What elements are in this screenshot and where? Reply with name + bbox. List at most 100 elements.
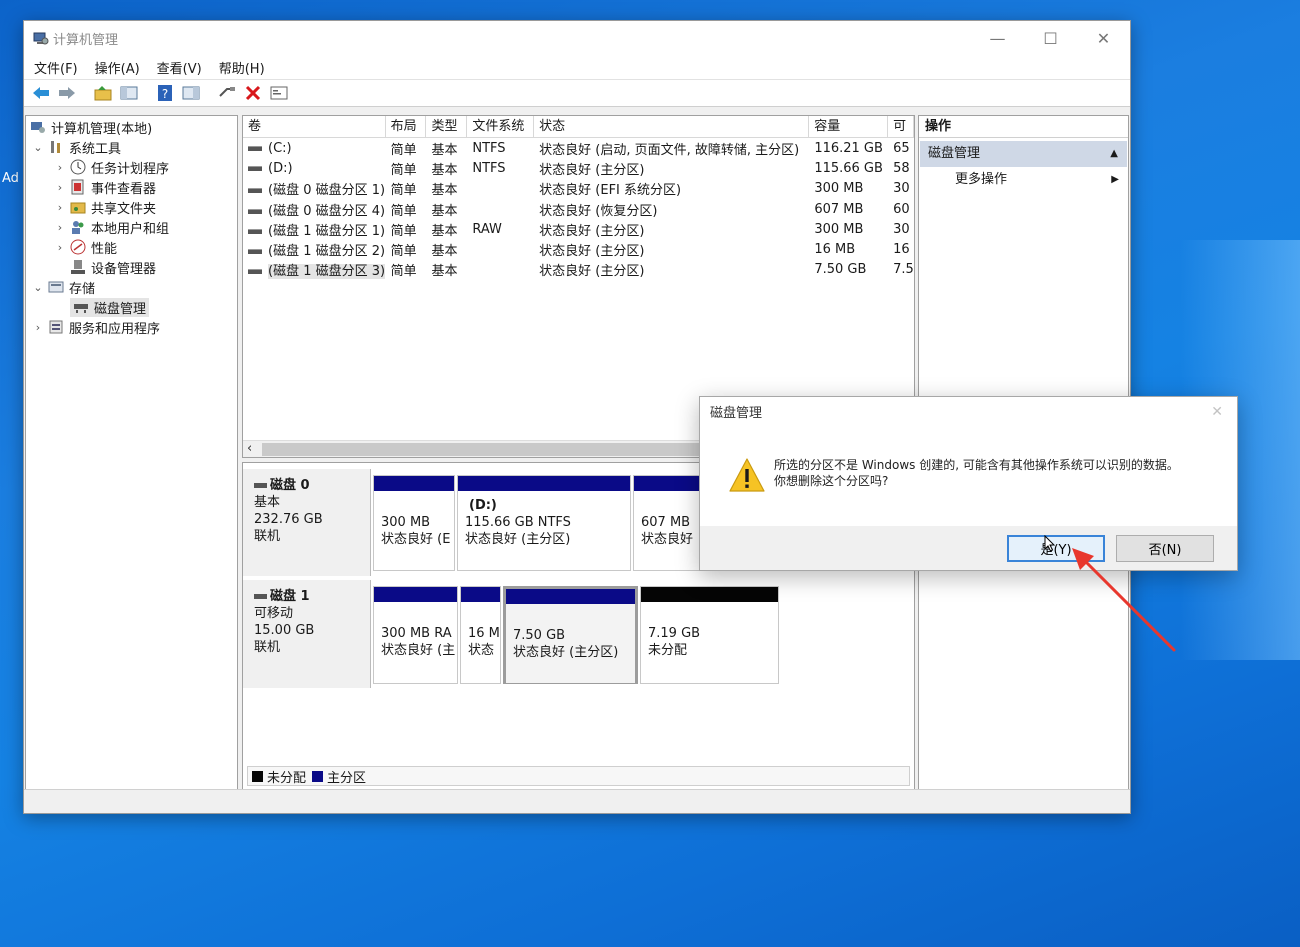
legend-unallocated: 未分配 — [267, 770, 307, 786]
column-header[interactable]: 容量 — [809, 116, 889, 137]
volume-row[interactable]: (磁盘 0 磁盘分区 1) 简单 基本 状态良好 (EFI 系统分区) 300 MB 30 — [243, 179, 914, 199]
volume-cell: NTFS — [472, 140, 506, 156]
chevron-down-icon[interactable]: ⌄ — [32, 141, 44, 154]
collapse-up-icon[interactable]: ▲ — [1110, 141, 1118, 167]
forward-arrow-icon[interactable] — [56, 82, 78, 104]
dialog-close-icon[interactable]: ✕ — [1211, 404, 1223, 420]
volume-row[interactable]: (磁盘 1 磁盘分区 1) 简单 基本 RAW 状态良好 (主分区) 300 MB 30 — [243, 219, 914, 239]
volume-row[interactable]: (D:) 简单 基本 NTFS 状态良好 (主分区) 115.66 GB 58 — [243, 158, 914, 178]
partition-body: 300 MB 状态良好 (E — [374, 491, 454, 570]
chevron-right-icon[interactable]: › — [54, 221, 66, 234]
maximize-button[interactable]: ☐ — [1024, 21, 1077, 55]
clock-icon — [70, 159, 86, 175]
tree-local-users[interactable]: › 本地用户和组 — [26, 217, 237, 237]
chevron-down-icon[interactable]: ⌄ — [32, 281, 44, 294]
disk-name: 磁盘 0 — [254, 477, 370, 494]
volume-row[interactable]: (C:) 简单 基本 NTFS 状态良好 (启动, 页面文件, 故障转储, 主分区) 11… — [243, 138, 914, 158]
drive-icon — [248, 249, 262, 255]
menu-help[interactable]: 帮助(H) — [219, 58, 265, 77]
tree-label: 事件查看器 — [91, 181, 157, 197]
volume-cell: 607 MB — [814, 201, 864, 217]
legend-primary: 主分区 — [327, 770, 367, 786]
volume-cell: 简单 — [390, 203, 417, 219]
minimize-button[interactable]: — — [971, 21, 1024, 55]
tree-services[interactable]: › 服务和应用程序 — [26, 317, 237, 337]
tree-performance[interactable]: › 性能 — [26, 237, 237, 257]
show-action-pane-icon[interactable] — [180, 82, 202, 104]
tree-event-viewer[interactable]: › 事件查看器 — [26, 177, 237, 197]
tools-icon — [51, 141, 60, 153]
chevron-right-icon[interactable]: › — [54, 181, 66, 194]
column-header[interactable]: 状态 — [534, 116, 810, 137]
properties-icon[interactable] — [268, 82, 290, 104]
performance-icon — [70, 239, 86, 255]
partition-line2: 状态 — [468, 643, 495, 658]
actions-group-label: 磁盘管理 — [928, 146, 981, 161]
tree-label: 系统工具 — [69, 141, 122, 157]
status-bar — [24, 789, 1130, 813]
tree-label: 设备管理器 — [91, 261, 157, 277]
partition-type-bar — [506, 589, 635, 604]
menu-file[interactable]: 文件(F) — [34, 58, 78, 77]
volume-cell: 300 MB — [814, 221, 864, 237]
partition-block[interactable]: 7.19 GB 未分配 — [640, 586, 779, 684]
menu-action[interactable]: 操作(A) — [95, 58, 140, 77]
tree-system-tools[interactable]: ⌄ 系统工具 — [26, 137, 237, 157]
column-header[interactable]: 可 — [888, 116, 914, 137]
back-arrow-icon[interactable] — [30, 82, 52, 104]
connect-icon[interactable] — [216, 82, 238, 104]
partition-block[interactable]: 16 M 状态 — [460, 586, 501, 684]
title-bar[interactable]: 计算机管理 — ☐ ✕ — [24, 21, 1130, 55]
tree-storage[interactable]: ⌄ 存储 — [26, 277, 237, 297]
chevron-right-icon[interactable]: › — [54, 201, 66, 214]
tree-disk-management[interactable]: 磁盘管理 — [26, 297, 237, 317]
volume-row[interactable]: (磁盘 0 磁盘分区 4) 简单 基本 状态良好 (恢复分区) 607 MB 60 — [243, 199, 914, 219]
partition-block[interactable]: 7.50 GB 状态良好 (主分区) — [503, 586, 638, 684]
partition-type-bar — [634, 476, 700, 491]
column-header[interactable]: 类型 — [426, 116, 468, 137]
partition-line1: 7.50 GB — [513, 628, 566, 643]
column-header[interactable]: 布局 — [386, 116, 427, 137]
dialog-title: 磁盘管理 — [710, 406, 763, 421]
up-folder-icon[interactable] — [92, 82, 114, 104]
chevron-right-icon[interactable]: › — [54, 161, 66, 174]
tree-shared-folders[interactable]: › 共享文件夹 — [26, 197, 237, 217]
scroll-left-icon[interactable]: ‹ — [247, 441, 252, 456]
disk-info[interactable]: 磁盘 0 基本 232.76 GB 联机 — [243, 469, 371, 576]
partition-type-bar — [461, 587, 500, 602]
volume-row[interactable]: (磁盘 1 磁盘分区 2) 简单 基本 状态良好 (主分区) 16 MB 16 — [243, 239, 914, 259]
actions-group-disk-management[interactable]: 磁盘管理 ▲ — [920, 141, 1127, 167]
legend: 未分配 主分区 — [247, 766, 910, 786]
drive-icon — [248, 165, 262, 171]
volume-cell: 简单 — [390, 162, 417, 178]
volume-cell: 基本 — [431, 203, 458, 219]
volume-row[interactable]: (磁盘 1 磁盘分区 3) 简单 基本 状态良好 (主分区) 7.50 GB 7.5 — [243, 260, 914, 280]
shared-folder-icon — [70, 202, 86, 214]
drive-icon — [248, 269, 262, 275]
chevron-right-icon[interactable]: › — [54, 241, 66, 254]
help-icon[interactable]: ? — [154, 82, 176, 104]
delete-icon[interactable] — [242, 82, 264, 104]
partition-title: (D:) — [469, 498, 497, 513]
show-hide-tree-icon[interactable] — [118, 82, 140, 104]
chevron-right-icon[interactable]: › — [32, 321, 44, 334]
tree-device-manager[interactable]: 设备管理器 — [26, 257, 237, 277]
partition-block[interactable]: 607 MB 状态良好 — [633, 475, 701, 571]
close-button[interactable]: ✕ — [1077, 21, 1130, 55]
column-header[interactable]: 文件系统 — [467, 116, 535, 137]
disk-info[interactable]: 磁盘 1 可移动 15.00 GB 联机 — [243, 580, 371, 688]
computer-management-icon — [31, 122, 45, 133]
tree-task-scheduler[interactable]: › 任务计划程序 — [26, 157, 237, 177]
partition-block[interactable]: 300 MB 状态良好 (E — [373, 475, 455, 571]
menu-view[interactable]: 查看(V) — [157, 58, 202, 77]
partition-block[interactable]: (D:) 115.66 GB NTFS 状态良好 (主分区) — [457, 475, 631, 571]
users-icon — [72, 221, 84, 234]
tree-root[interactable]: 计算机管理(本地) — [26, 117, 237, 137]
partition-line1: 115.66 GB NTFS — [465, 515, 571, 530]
partition-type-bar — [374, 476, 454, 491]
partition-body: 7.19 GB 未分配 — [641, 602, 778, 681]
more-actions[interactable]: 更多操作 ▶ — [919, 167, 1128, 191]
drive-icon — [248, 208, 262, 214]
column-header[interactable]: 卷 — [243, 116, 386, 137]
partition-block[interactable]: 300 MB RA 状态良好 (主 — [373, 586, 458, 684]
